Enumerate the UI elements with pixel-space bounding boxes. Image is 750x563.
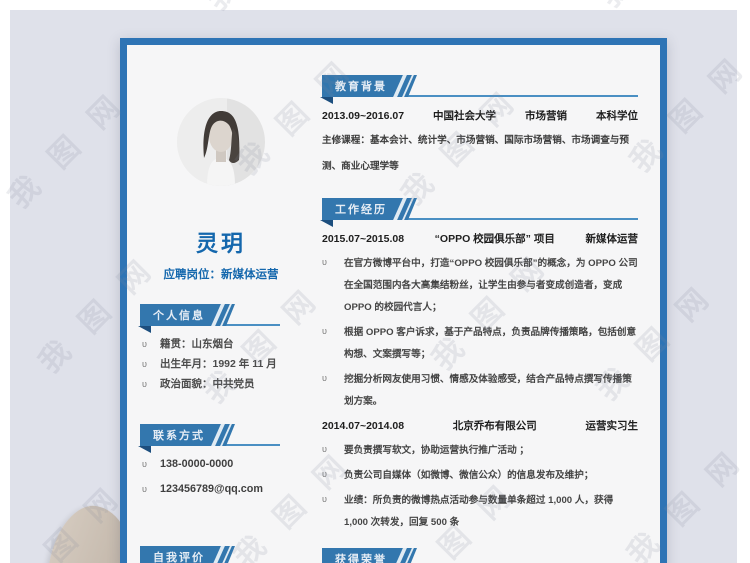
ribbon-fold — [138, 326, 151, 333]
personal-item: 籍贯：山东烟台 — [160, 338, 234, 350]
education-school: 中国社会大学 — [433, 110, 497, 122]
section-header-work-experience: 工作经历 — [320, 198, 638, 227]
education-major: 市场营销 — [525, 110, 568, 122]
job-entry-row: 2014.07~2014.08 北京乔布有限公司 运营实习生 — [322, 419, 638, 433]
header-banner: 联系方式 — [140, 424, 235, 446]
list-item: υ 123456789@qq.com — [142, 479, 315, 500]
job-dates: 2015.07~2015.08 — [322, 233, 405, 245]
list-item: υ 出生年月：1992 年 11 月 — [142, 354, 315, 374]
header-banner: 自我评价 — [140, 546, 235, 563]
contact-list: υ 138-0000-0000 υ 123456789@qq.com — [142, 454, 315, 500]
list-item: υ 业绩：所负责的微博热点活动参与数量单条超过 1,000 人，获得 1,000 … — [322, 490, 638, 534]
header-banner: 个人信息 — [140, 304, 235, 326]
email-address: 123456789@qq.com — [160, 483, 263, 495]
bullet-icon: υ — [322, 373, 327, 383]
preview-canvas: 灵玥 应聘岗位：新媒体运营 个人信息 υ 籍贯：山东烟台 υ 出生年月：1992 年… — [0, 0, 750, 563]
header-banner: 工作经历 — [322, 198, 417, 220]
bullet-icon: υ — [142, 379, 147, 389]
list-item: υ 138-0000-0000 — [142, 454, 315, 475]
education-dates: 2013.09~2016.07 — [322, 110, 405, 122]
personal-item: 政治面貌：中共党员 — [160, 378, 255, 390]
portrait-illustration — [177, 98, 265, 186]
sidebar: 灵玥 应聘岗位：新媒体运营 个人信息 υ 籍贯：山东烟台 υ 出生年月：1992 年… — [127, 45, 315, 563]
section-title: 自我评价 — [153, 551, 205, 563]
personal-item: 出生年月：1992 年 11 月 — [160, 358, 277, 370]
profile-photo — [177, 98, 265, 186]
section-header-self-evaluation: 自我评价 — [140, 546, 280, 563]
job-bullet-list: υ 在官方微博平台中，打造“OPPO 校园俱乐部”的概念，为 OPPO 公司在全国… — [322, 253, 638, 413]
target-position: 应聘岗位：新媒体运营 — [163, 269, 279, 281]
header-banner: 获得荣誉 — [322, 548, 417, 563]
list-item: υ 政治面貌：中共党员 — [142, 374, 315, 394]
section-title: 教育背景 — [335, 80, 387, 93]
job-bullet-list: υ 要负责撰写软文，协助运营执行推广活动 ； υ 负责公司自媒体（如微博、微信公众）… — [322, 440, 638, 534]
bullet-icon: υ — [142, 359, 147, 369]
list-item: υ 籍贯：山东烟台 — [142, 334, 315, 354]
bullet-icon: υ — [142, 484, 147, 494]
bullet-icon: υ — [322, 326, 327, 336]
ribbon-fold — [320, 97, 333, 104]
job-bullet: 根据 OPPO 客户诉求，基于产品特点，负责品牌传播策略，包括创意构想、文案撰写… — [344, 327, 637, 360]
ribbon-fold — [320, 220, 333, 227]
bullet-icon: υ — [322, 257, 327, 267]
header-banner: 教育背景 — [322, 75, 417, 97]
ribbon-fold — [138, 446, 151, 453]
bullet-icon: υ — [142, 339, 147, 349]
candidate-name: 灵玥 — [195, 231, 246, 256]
job-bullet: 挖掘分析网友使用习惯、情感及体验感受，结合产品特点撰写传播策划方案。 — [344, 374, 632, 407]
job-entry-row: 2015.07~2015.08 “OPPO 校园俱乐部” 项目 新媒体运营 — [322, 232, 638, 246]
list-item: υ 根据 OPPO 客户诉求，基于产品特点，负责品牌传播策略，包括创意构想、文案撰… — [322, 322, 638, 366]
main-column: 教育背景 2013.09~2016.07 中国社会大学 市场营销 本科学位 主修… — [315, 45, 660, 563]
job-bullet: 要负责撰写软文，协助运营执行推广活动 ； — [344, 445, 529, 456]
section-title: 工作经历 — [335, 203, 387, 216]
section-header-personal-info: 个人信息 — [138, 304, 280, 333]
list-item: υ 在官方微博平台中，打造“OPPO 校园俱乐部”的概念，为 OPPO 公司在全国… — [322, 253, 638, 319]
job-role: 运营实习生 — [585, 420, 638, 432]
section-header-contact: 联系方式 — [138, 424, 280, 453]
education-entry-row: 2013.09~2016.07 中国社会大学 市场营销 本科学位 — [322, 109, 638, 123]
job-bullet: 业绩：所负责的微博热点活动参与数量单条超过 1,000 人，获得 1,000 次… — [344, 495, 614, 528]
bullet-icon: υ — [322, 494, 327, 504]
section-header-education: 教育背景 — [320, 75, 638, 104]
phone-number: 138-0000-0000 — [160, 458, 234, 470]
section-header-honors: 获得荣誉 — [322, 548, 638, 563]
section-title: 联系方式 — [153, 429, 205, 442]
list-item: υ 负责公司自媒体（如微博、微信公众）的信息发布及维护； — [322, 465, 638, 487]
resume-page: 灵玥 应聘岗位：新媒体运营 个人信息 υ 籍贯：山东烟台 υ 出生年月：1992 年… — [120, 38, 667, 563]
bullet-icon: υ — [322, 469, 327, 479]
education-courses: 主修课程：基本会计、统计学、市场营销、国际市场营销、市场调查与预测、商业心理学等 — [322, 135, 629, 172]
list-item: υ 要负责撰写软文，协助运营执行推广活动 ； — [322, 440, 638, 462]
job-bullet: 负责公司自媒体（如微博、微信公众）的信息发布及维护； — [344, 470, 594, 481]
personal-info-list: υ 籍贯：山东烟台 υ 出生年月：1992 年 11 月 υ 政治面貌：中共党员 — [142, 334, 315, 394]
job-organization: “OPPO 校园俱乐部” 项目 — [434, 233, 555, 245]
education-degree: 本科学位 — [596, 110, 638, 122]
bullet-icon: υ — [322, 444, 327, 454]
job-role: 新媒体运营 — [585, 233, 638, 245]
job-dates: 2014.07~2014.08 — [322, 420, 405, 432]
list-item: υ 挖掘分析网友使用习惯、情感及体验感受，结合产品特点撰写传播策划方案。 — [322, 369, 638, 413]
section-title: 获得荣誉 — [335, 553, 387, 563]
bullet-icon: υ — [142, 459, 147, 469]
job-organization: 北京乔布有限公司 — [452, 420, 537, 432]
job-bullet: 在官方微博平台中，打造“OPPO 校园俱乐部”的概念，为 OPPO 公司在全国范… — [344, 258, 638, 313]
section-title: 个人信息 — [153, 309, 205, 322]
